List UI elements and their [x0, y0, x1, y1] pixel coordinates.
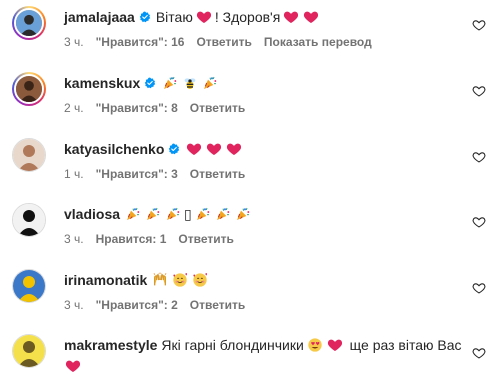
party-popper-emoji: [196, 207, 210, 220]
reply-button[interactable]: Ответить: [190, 101, 245, 115]
like-comment-heart-icon[interactable]: [472, 18, 486, 32]
comment-text: Вітаю ! Здоров'я: [156, 8, 320, 26]
comment-meta: 3 ч. "Нравится": 16 Ответить Показать перев…: [64, 35, 372, 49]
red-heart-emoji: [227, 143, 242, 155]
party-popper-emoji: [236, 207, 250, 220]
reply-button[interactable]: Ответить: [196, 35, 251, 49]
like-comment-heart-icon[interactable]: [472, 346, 486, 360]
username-link[interactable]: jamalajaaa: [64, 8, 135, 26]
avatar[interactable]: [12, 138, 46, 172]
likes-count[interactable]: "Нравится": 2: [96, 298, 178, 312]
comment-body: vladiosa ▯: [64, 205, 252, 223]
likes-count[interactable]: "Нравится": 16: [96, 35, 185, 49]
comment-text-segment: Вітаю: [155, 9, 193, 25]
red-heart-emoji: [327, 339, 342, 351]
comment-text-continued: [64, 356, 82, 374]
comment-text-segment: ще раз вітаю Вас: [345, 337, 462, 353]
verified-badge-icon: [169, 143, 180, 155]
party-popper-emoji: [164, 76, 177, 89]
bee-emoji: [184, 78, 196, 89]
smiling-face-with-hearts-emoji: [173, 273, 188, 287]
red-heart-emoji: [187, 143, 202, 155]
red-heart-emoji: [196, 11, 211, 23]
username-link[interactable]: katyasilchenko: [64, 140, 164, 158]
party-popper-emoji: [127, 207, 140, 220]
username-link[interactable]: makramestyle: [64, 336, 157, 354]
red-heart-emoji: [65, 360, 81, 373]
comment-body: makramestyle Які гарні блондинчики ще раз…: [64, 336, 462, 354]
comment-text: [161, 75, 219, 91]
comment-time[interactable]: 3 ч.: [64, 298, 84, 312]
comment-text-segment: ! Здоров'я: [214, 9, 281, 25]
reply-button[interactable]: Ответить: [190, 167, 245, 181]
comment-body: kamenskux: [64, 74, 219, 92]
party-popper-emoji: [147, 207, 160, 220]
like-comment-heart-icon[interactable]: [472, 281, 486, 295]
heart-eyes-emoji: [308, 338, 322, 352]
avatar[interactable]: [12, 334, 46, 368]
comment-text-segment: Які гарні блондинчики: [161, 337, 304, 353]
comment-text: ▯: [124, 205, 252, 223]
comment-text: [151, 272, 209, 288]
party-popper-emoji: [216, 207, 230, 220]
red-heart-emoji: [304, 11, 319, 23]
username-link[interactable]: vladiosa: [64, 205, 120, 223]
party-popper-emoji: [167, 207, 180, 220]
party-popper-emoji: [204, 76, 217, 89]
smiling-face-with-hearts-emoji: [193, 273, 208, 287]
like-comment-heart-icon[interactable]: [472, 215, 486, 229]
verified-badge-icon: [139, 11, 151, 23]
red-heart-emoji: [207, 143, 222, 155]
comment-body: irinamonatik: [64, 271, 209, 289]
reply-button[interactable]: Ответить: [178, 232, 233, 246]
comment-meta: 3 ч. Нравится: 1 Ответить: [64, 232, 234, 246]
likes-count[interactable]: "Нравится": 8: [96, 101, 178, 115]
comment-meta: 1 ч. "Нравится": 3 Ответить: [64, 167, 245, 181]
comment-time[interactable]: 3 ч.: [64, 232, 84, 246]
show-translation-button[interactable]: Показать перевод: [264, 35, 372, 49]
comment-text: [185, 141, 243, 157]
comment-body: katyasilchenko: [64, 140, 243, 158]
red-heart-emoji: [284, 11, 299, 23]
comment-text: Які гарні блондинчики ще раз вітаю Вас: [161, 336, 461, 354]
username-link[interactable]: kamenskux: [64, 74, 140, 92]
avatar[interactable]: [12, 269, 46, 303]
reply-button[interactable]: Ответить: [190, 298, 245, 312]
username-link[interactable]: irinamonatik: [64, 271, 147, 289]
comment-time[interactable]: 3 ч.: [64, 35, 84, 49]
comment-meta: 3 ч. "Нравится": 2 Ответить: [64, 298, 245, 312]
avatar[interactable]: [12, 203, 46, 237]
avatar[interactable]: [12, 72, 46, 106]
comment-body: jamalajaaa Вітаю ! Здоров'я: [64, 8, 320, 26]
comment-text-segment: ▯: [184, 206, 192, 222]
comment-time[interactable]: 2 ч.: [64, 101, 84, 115]
raised-hands-emoji: [153, 272, 167, 286]
like-comment-heart-icon[interactable]: [472, 84, 486, 98]
likes-count[interactable]: Нравится: 1: [96, 232, 167, 246]
likes-count[interactable]: "Нравится": 3: [96, 167, 178, 181]
like-comment-heart-icon[interactable]: [472, 150, 486, 164]
avatar[interactable]: [12, 6, 46, 40]
comment-meta: 2 ч. "Нравится": 8 Ответить: [64, 101, 245, 115]
verified-badge-icon: [145, 77, 156, 89]
comment-time[interactable]: 1 ч.: [64, 167, 84, 181]
